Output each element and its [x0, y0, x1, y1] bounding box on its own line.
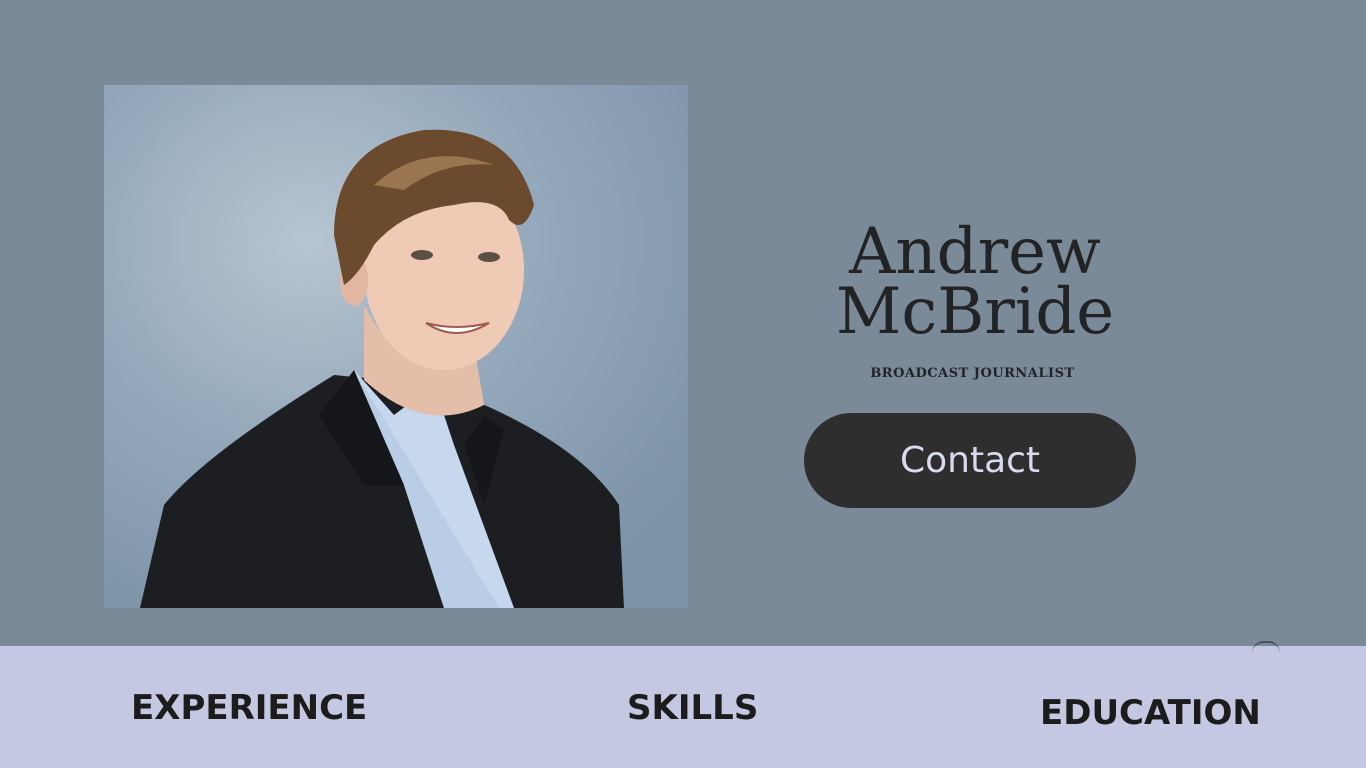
nav-skills[interactable]: SKILLS	[627, 688, 758, 728]
nav-education[interactable]: EDUCATION	[1040, 693, 1261, 733]
person-photo-icon	[104, 85, 688, 608]
profile-photo	[104, 85, 688, 608]
name-heading: Andrew McBride	[800, 215, 1150, 349]
last-name: McBride	[835, 275, 1115, 349]
first-name: Andrew	[849, 215, 1101, 289]
job-title: BROADCAST JOURNALIST	[870, 366, 1075, 381]
nav-experience[interactable]: EXPERIENCE	[131, 688, 367, 728]
contact-button[interactable]: Contact	[804, 413, 1136, 508]
